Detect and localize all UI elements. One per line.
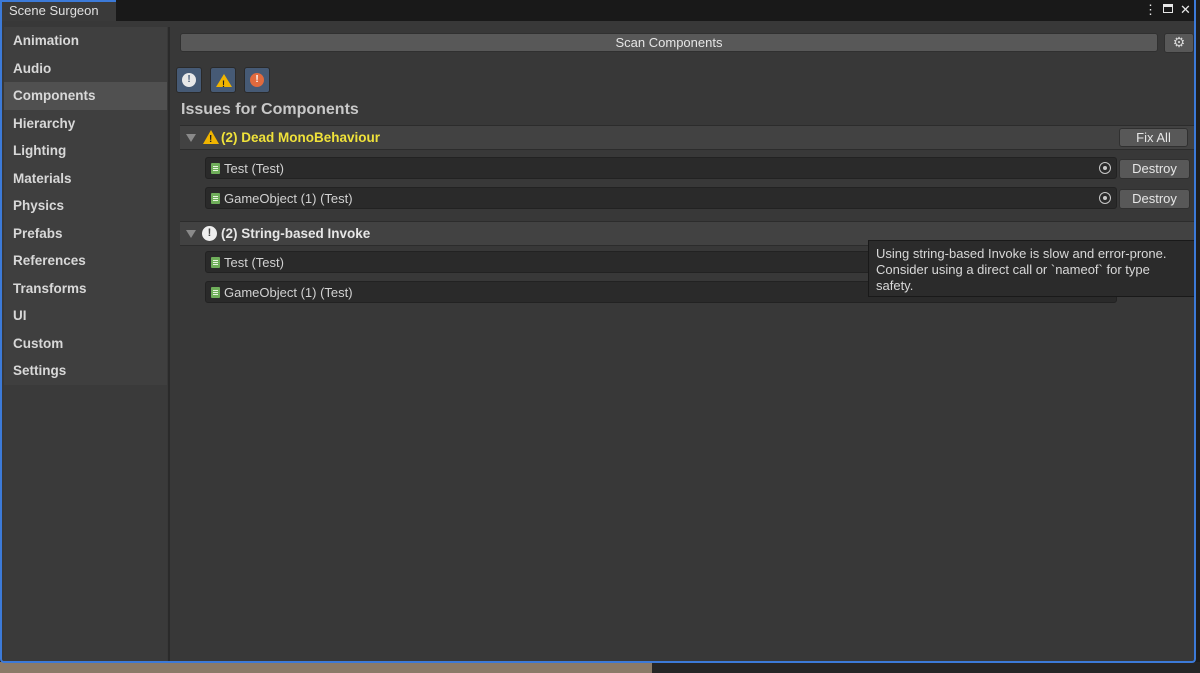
category-sidebar: Animation Audio Components Hierarchy Lig… <box>4 27 167 385</box>
sidebar-item-hierarchy[interactable]: Hierarchy <box>4 110 167 138</box>
title-bar-controls: ⋮ ✕ <box>1144 2 1192 18</box>
background-panel-strip <box>652 662 1200 673</box>
background-image-strip <box>0 662 652 673</box>
issue-group-title: (2) String-based Invoke <box>221 226 371 241</box>
script-icon <box>211 163 220 174</box>
warning-filter-button[interactable]: ! <box>210 67 236 93</box>
main-panel: Scan Components ⚙ ! ! ! Issues for Compo… <box>170 21 1194 661</box>
info-icon: ! <box>202 226 217 241</box>
sidebar-item-animation[interactable]: Animation <box>4 27 167 55</box>
issue-row: GameObject (1) (Test) Destroy <box>180 185 1194 211</box>
destroy-button[interactable]: Destroy <box>1119 189 1190 209</box>
info-icon: ! <box>182 73 196 87</box>
close-icon[interactable]: ✕ <box>1179 2 1192 18</box>
object-picker-icon[interactable] <box>1099 192 1111 204</box>
object-field-label: GameObject (1) (Test) <box>224 191 353 206</box>
foldout-arrow-icon[interactable] <box>186 230 196 238</box>
sidebar-item-components[interactable]: Components <box>4 82 167 110</box>
sidebar-item-physics[interactable]: Physics <box>4 192 167 220</box>
issues-title: Issues for Components <box>181 101 359 118</box>
sidebar-item-materials[interactable]: Materials <box>4 165 167 193</box>
sidebar-item-references[interactable]: References <box>4 247 167 275</box>
scene-surgeon-window: Scene Surgeon ⋮ ✕ Animation Audio Compon… <box>0 0 1196 663</box>
object-field-label: Test (Test) <box>224 161 284 176</box>
object-field[interactable]: GameObject (1) (Test) <box>205 187 1117 209</box>
script-icon <box>211 257 220 268</box>
warning-icon: ! <box>203 130 219 145</box>
issue-group-header-dead-monobehaviour[interactable]: ! (2) Dead MonoBehaviour Fix All <box>180 125 1194 150</box>
object-picker-icon[interactable] <box>1099 162 1111 174</box>
window-tab[interactable]: Scene Surgeon <box>2 0 116 21</box>
sidebar-item-prefabs[interactable]: Prefabs <box>4 220 167 248</box>
gear-icon: ⚙ <box>1172 34 1186 50</box>
title-bar: Scene Surgeon ⋮ ✕ <box>2 0 1194 21</box>
info-filter-button[interactable]: ! <box>176 67 202 93</box>
more-vert-icon[interactable]: ⋮ <box>1144 2 1157 18</box>
sidebar-item-settings[interactable]: Settings <box>4 357 167 385</box>
warning-icon: ! <box>216 74 232 89</box>
window-title: Scene Surgeon <box>9 3 99 18</box>
issue-row: Test (Test) Destroy <box>180 155 1194 181</box>
destroy-button[interactable]: Destroy <box>1119 159 1190 179</box>
error-icon: ! <box>250 73 264 87</box>
script-icon <box>211 287 220 298</box>
tooltip: Using string-based Invoke is slow and er… <box>868 240 1194 297</box>
sidebar-item-transforms[interactable]: Transforms <box>4 275 167 303</box>
sidebar-item-ui[interactable]: UI <box>4 302 167 330</box>
script-icon <box>211 193 220 204</box>
object-field[interactable]: Test (Test) <box>205 157 1117 179</box>
object-field-label: Test (Test) <box>224 255 284 270</box>
sidebar-item-custom[interactable]: Custom <box>4 330 167 358</box>
fix-all-button[interactable]: Fix All <box>1119 128 1188 147</box>
object-field-label: GameObject (1) (Test) <box>224 285 353 300</box>
sidebar-item-audio[interactable]: Audio <box>4 55 167 83</box>
sidebar-item-lighting[interactable]: Lighting <box>4 137 167 165</box>
error-filter-button[interactable]: ! <box>244 67 270 93</box>
foldout-arrow-icon[interactable] <box>186 134 196 142</box>
maximize-icon[interactable] <box>1163 4 1173 13</box>
scan-components-button[interactable]: Scan Components <box>180 33 1158 52</box>
sidebar-empty-area <box>4 385 167 661</box>
issue-group-title: (2) Dead MonoBehaviour <box>221 130 381 145</box>
settings-button[interactable]: ⚙ <box>1164 33 1194 53</box>
